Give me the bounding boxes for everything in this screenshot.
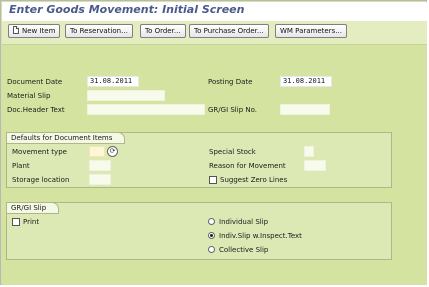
application-toolbar: New Item To Reservation... To Order... T…: [2, 21, 427, 45]
page-title: Enter Goods Movement: Initial Screen: [9, 3, 245, 16]
movement-type-label: Movement type: [12, 148, 67, 156]
individual-slip-label: Individual Slip: [219, 218, 269, 226]
doc-header-text-label: Doc.Header Text: [7, 106, 65, 114]
reason-for-movement-field[interactable]: [304, 160, 326, 171]
sap-window: Enter Goods Movement: Initial Screen New…: [0, 0, 427, 285]
special-stock-label: Special Stock: [209, 148, 256, 156]
new-item-label: New Item: [22, 27, 56, 35]
material-slip-field[interactable]: [87, 90, 165, 101]
print-label: Print: [23, 218, 40, 226]
document-date-label: Document Date: [7, 78, 63, 86]
main-area: Document Date 31.08.2011 Posting Date 31…: [2, 45, 427, 285]
radio-collective-slip[interactable]: [208, 246, 215, 253]
suggest-zero-lines-checkbox[interactable]: [209, 176, 217, 184]
doc-header-text-field[interactable]: [87, 104, 205, 115]
to-order-button[interactable]: To Order...: [140, 24, 186, 38]
indiv-slip-inspect-text-label: Indiv.Slip w.Inspect.Text: [219, 232, 302, 240]
gr-gi-slip-no-label: GR/GI Slip No.: [208, 106, 257, 114]
plant-field[interactable]: [89, 160, 111, 171]
title-bar: Enter Goods Movement: Initial Screen: [2, 2, 427, 21]
suggest-zero-lines-label: Suggest Zero Lines: [220, 176, 288, 184]
plant-label: Plant: [12, 162, 30, 170]
posting-date-field[interactable]: 31.08.2011: [280, 76, 332, 87]
new-document-icon: [13, 26, 19, 34]
document-date-field[interactable]: 31.08.2011: [87, 76, 139, 87]
to-purchase-order-button[interactable]: To Purchase Order...: [189, 24, 269, 38]
storage-location-label: Storage location: [12, 176, 70, 184]
reason-for-movement-label: Reason for Movement: [209, 162, 286, 170]
posting-date-label: Posting Date: [208, 78, 253, 86]
wm-parameters-button[interactable]: WM Parameters...: [275, 24, 347, 38]
material-slip-label: Material Slip: [7, 92, 51, 100]
storage-location-field[interactable]: [89, 174, 111, 185]
special-stock-field[interactable]: [304, 146, 314, 157]
to-reservation-button[interactable]: To Reservation...: [65, 24, 133, 38]
value-help-icon[interactable]: ⟳: [107, 146, 118, 157]
gr-gi-slip-no-field[interactable]: [280, 104, 330, 115]
collective-slip-label: Collective Slip: [219, 246, 269, 254]
new-item-button[interactable]: New Item: [8, 24, 61, 38]
radio-individual-slip[interactable]: [208, 218, 215, 225]
gr-gi-slip-group: GR/GI Slip Print Individual Slip Indiv.S…: [6, 202, 392, 260]
defaults-group: Defaults for Document Items Movement typ…: [6, 132, 392, 188]
print-checkbox[interactable]: [12, 218, 20, 226]
radio-indiv-slip-inspect-text[interactable]: [208, 232, 215, 239]
gr-gi-slip-tab: GR/GI Slip: [6, 202, 60, 214]
movement-type-field[interactable]: [89, 146, 105, 157]
defaults-tab: Defaults for Document Items: [6, 132, 126, 144]
